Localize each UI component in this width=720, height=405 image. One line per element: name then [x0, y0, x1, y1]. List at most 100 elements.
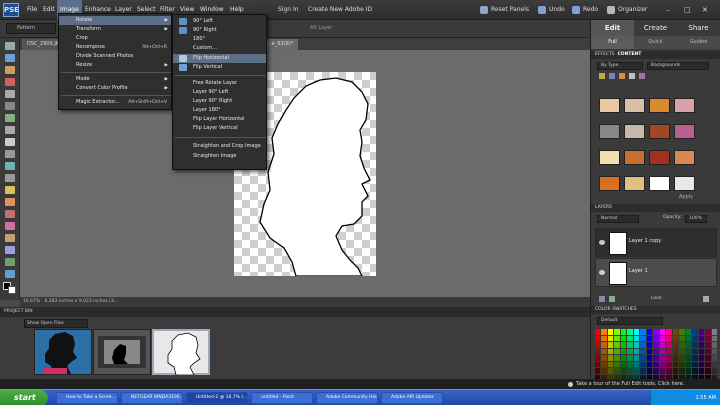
taskbar-item[interactable]: Adobe AIR Updater: [381, 392, 443, 404]
flip-horizontal[interactable]: Flip Horizontal: [173, 54, 266, 63]
color-swatch[interactable]: [614, 335, 620, 341]
color-swatch[interactable]: [627, 361, 633, 367]
color-swatch[interactable]: [698, 368, 705, 374]
color-swatch[interactable]: [627, 342, 633, 348]
visibility-eye-icon[interactable]: [599, 240, 605, 245]
layer-row[interactable]: Layer 1: [595, 258, 717, 287]
reset-panels-button[interactable]: Reset Panels: [480, 0, 529, 20]
content-swatch[interactable]: [599, 150, 620, 165]
color-swatch[interactable]: [679, 342, 685, 348]
color-swatch[interactable]: [685, 329, 692, 335]
adjustment-layer-icon[interactable]: [609, 296, 615, 302]
healing-brush-tool-icon[interactable]: [5, 198, 15, 206]
content-swatch[interactable]: [624, 98, 645, 113]
minimize-button[interactable]: –: [666, 0, 670, 20]
color-swatch[interactable]: [620, 335, 627, 341]
color-swatch[interactable]: [614, 329, 620, 335]
pattern-select[interactable]: Pattern: [6, 23, 56, 34]
color-swatch[interactable]: [685, 342, 692, 348]
color-swatch[interactable]: [679, 355, 685, 361]
color-swatch[interactable]: [627, 335, 633, 341]
quick-selection-tool-icon[interactable]: [5, 126, 15, 134]
color-swatch[interactable]: [653, 355, 659, 361]
color-swatch[interactable]: [633, 361, 640, 367]
color-swatch[interactable]: [679, 348, 685, 354]
color-swatch[interactable]: [698, 342, 705, 348]
taskbar-item[interactable]: Adobe Community Help: [316, 392, 378, 404]
color-swatch[interactable]: [659, 348, 666, 354]
cookie-cutter-tool-icon[interactable]: [5, 162, 15, 170]
color-swatch[interactable]: [640, 335, 646, 341]
content-swatch[interactable]: [624, 176, 645, 191]
move-tool-icon[interactable]: [5, 42, 15, 50]
image-menu-magic-extractor[interactable]: Magic Extractor... Alt+Shift+Ctrl+V: [59, 98, 171, 107]
color-swatch[interactable]: [679, 329, 685, 335]
color-swatch[interactable]: [692, 368, 698, 374]
gradient-tool-icon[interactable]: [5, 270, 15, 278]
color-swatch[interactable]: [672, 348, 679, 354]
color-swatch[interactable]: [627, 329, 633, 335]
color-swatch[interactable]: [640, 329, 646, 335]
rotate-custom[interactable]: Custom...: [173, 44, 266, 53]
flip-layer-vertical[interactable]: Flip Layer Vertical: [173, 124, 266, 133]
taskbar-item[interactable]: untitled - Paint: [251, 392, 313, 404]
content-swatch[interactable]: [674, 124, 695, 139]
image-menu-rotate[interactable]: Rotate ▶: [59, 16, 171, 25]
content-swatch[interactable]: [624, 150, 645, 165]
layer-180[interactable]: Layer 180°: [173, 106, 266, 115]
flip-vertical[interactable]: Flip Vertical: [173, 63, 266, 72]
color-swatch[interactable]: [685, 355, 692, 361]
color-swatch[interactable]: [640, 342, 646, 348]
undo-button[interactable]: Undo: [538, 0, 565, 20]
start-button[interactable]: start: [0, 390, 48, 405]
by-type-select[interactable]: By Type: [597, 62, 643, 70]
organizer-button[interactable]: Organizer: [607, 0, 647, 20]
color-swatch[interactable]: [627, 348, 633, 354]
color-swatch[interactable]: [601, 355, 607, 361]
shape-icon[interactable]: [629, 73, 635, 79]
color-swatch[interactable]: [607, 348, 614, 354]
free-rotate-layer[interactable]: Free Rotate Layer: [173, 79, 266, 88]
rotate-180[interactable]: 180°: [173, 35, 266, 44]
color-swatch[interactable]: [633, 368, 640, 374]
color-swatch[interactable]: [595, 361, 601, 367]
color-swatch[interactable]: [659, 329, 666, 335]
content-swatch[interactable]: [599, 98, 620, 113]
taskbar-item[interactable]: NETGEAR WNDA3100...: [121, 392, 183, 404]
color-swatch[interactable]: [698, 361, 705, 367]
content-swatch[interactable]: [599, 124, 620, 139]
layers-header[interactable]: LAYERS: [591, 204, 720, 212]
opacity-input[interactable]: 100%: [685, 215, 707, 223]
color-swatch[interactable]: [614, 342, 620, 348]
color-swatch[interactable]: [685, 335, 692, 341]
color-swatch[interactable]: [614, 361, 620, 367]
filter-icon[interactable]: [599, 73, 605, 79]
lasso-tool-icon[interactable]: [5, 102, 15, 110]
color-swatch[interactable]: [659, 361, 666, 367]
color-swatch[interactable]: [607, 335, 614, 341]
blend-mode-select[interactable]: Normal: [597, 215, 639, 223]
color-swatch[interactable]: [633, 329, 640, 335]
color-swatch[interactable]: [614, 355, 620, 361]
brush-tool-icon[interactable]: [5, 234, 15, 242]
as-layer-option[interactable]: Alt Layer: [310, 23, 332, 34]
rotate-90-left[interactable]: 90° Left: [173, 17, 266, 26]
color-swatch[interactable]: [620, 348, 627, 354]
color-swatch[interactable]: [711, 355, 717, 361]
color-swatch[interactable]: [653, 329, 659, 335]
color-swatch[interactable]: [698, 329, 705, 335]
subtab-quick[interactable]: Quick: [634, 36, 677, 49]
content-swatch[interactable]: [649, 150, 670, 165]
color-swatch[interactable]: [646, 335, 653, 341]
image-menu-mode[interactable]: Mode ▶: [59, 75, 171, 84]
apply-button[interactable]: Apply: [679, 194, 693, 200]
color-swatch[interactable]: [711, 329, 717, 335]
color-swatch[interactable]: [646, 368, 653, 374]
color-swatch[interactable]: [607, 329, 614, 335]
color-swatch[interactable]: [620, 342, 627, 348]
rotate-90-right[interactable]: 90° Right: [173, 26, 266, 35]
color-swatch[interactable]: [672, 342, 679, 348]
maximize-button[interactable]: □: [684, 0, 691, 20]
smart-brush-tool-icon[interactable]: [5, 246, 15, 254]
color-swatch[interactable]: [607, 355, 614, 361]
